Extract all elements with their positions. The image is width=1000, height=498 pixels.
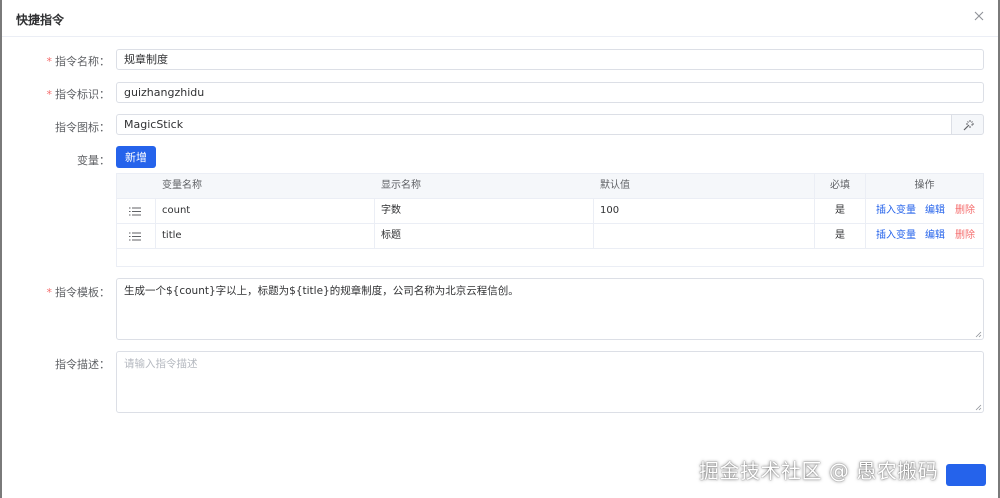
drag-handle[interactable] [117, 199, 156, 223]
resize-handle-icon [975, 404, 982, 411]
resize-handle-icon [975, 331, 982, 338]
dialog-title: 快捷指令 [16, 13, 65, 27]
command-key-input[interactable]: guizhangzhidu [116, 82, 984, 103]
delete-link[interactable]: 删除 [955, 199, 975, 223]
variable-default: 100 [594, 199, 815, 223]
confirm-button[interactable] [946, 464, 986, 486]
required-mark: * [46, 88, 53, 101]
column-header: 操作 [914, 180, 935, 191]
dialog-header: 快捷指令 [2, 0, 998, 37]
command-icon-input[interactable]: MagicStick [116, 114, 952, 135]
icon-field: MagicStick [116, 114, 984, 135]
row-actions: 插入变量 编辑 删除 [866, 199, 983, 223]
quick-command-dialog: 快捷指令 * 指令名称： 规章制度 * 指令标识： guizhangzhidu 指令… [2, 0, 998, 498]
table-row: title 标题 是 插入变量 编辑 删除 [117, 224, 983, 249]
column-header: 必填 [815, 174, 866, 198]
column-header: 变量名称 [162, 180, 202, 191]
variable-display-name: 标题 [375, 224, 594, 248]
list-drag-icon [129, 207, 141, 216]
list-drag-icon [129, 232, 141, 241]
variable-name: title [156, 224, 375, 248]
key-label: * 指令标识： [46, 88, 111, 101]
description-placeholder: 请输入指令描述 [124, 358, 198, 370]
close-icon[interactable] [970, 7, 988, 25]
delete-link[interactable]: 删除 [955, 224, 975, 248]
required-mark: * [46, 55, 53, 68]
variable-name: count [156, 199, 375, 223]
template-label: * 指令模板： [46, 286, 111, 299]
row-actions: 插入变量 编辑 删除 [866, 224, 983, 248]
table-header-row: 变量名称 显示名称 默认值 必填 操作 [117, 174, 983, 199]
column-header: 显示名称 [381, 180, 421, 191]
add-variable-button[interactable]: 新增 [116, 146, 156, 168]
variable-required: 是 [815, 199, 866, 223]
name-label: * 指令名称： [46, 55, 111, 68]
column-header: 默认值 [594, 174, 815, 198]
description-label: 指令描述： [55, 358, 110, 371]
watermark: 掘金技术社区 @ 愚农搬码 [699, 459, 939, 483]
table-row: count 字数 100 是 插入变量 编辑 删除 [117, 199, 983, 224]
magic-stick-icon [963, 120, 974, 131]
variable-required: 是 [815, 224, 866, 248]
drag-handle[interactable] [117, 224, 156, 248]
insert-variable-link[interactable]: 插入变量 [876, 224, 916, 248]
icon-label: 指令图标： [55, 121, 110, 134]
insert-variable-link[interactable]: 插入变量 [876, 199, 916, 223]
edit-link[interactable]: 编辑 [925, 199, 945, 223]
required-mark: * [46, 286, 53, 299]
command-template-textarea[interactable]: 生成一个${count}字以上，标题为${title}的规章制度，公司名称为北京… [116, 278, 984, 340]
variables-label: 变量： [77, 154, 110, 167]
command-description-textarea[interactable]: 请输入指令描述 [116, 351, 984, 413]
variable-default [594, 224, 815, 248]
variable-display-name: 字数 [375, 199, 594, 223]
icon-picker-button[interactable] [951, 114, 984, 135]
variables-table: 变量名称 显示名称 默认值 必填 操作 count 字数 100 是 插入变量 … [116, 173, 984, 267]
template-text: 生成一个${count}字以上，标题为${title}的规章制度，公司名称为北京… [124, 285, 519, 297]
command-name-input[interactable]: 规章制度 [116, 49, 984, 70]
edit-link[interactable]: 编辑 [925, 224, 945, 248]
